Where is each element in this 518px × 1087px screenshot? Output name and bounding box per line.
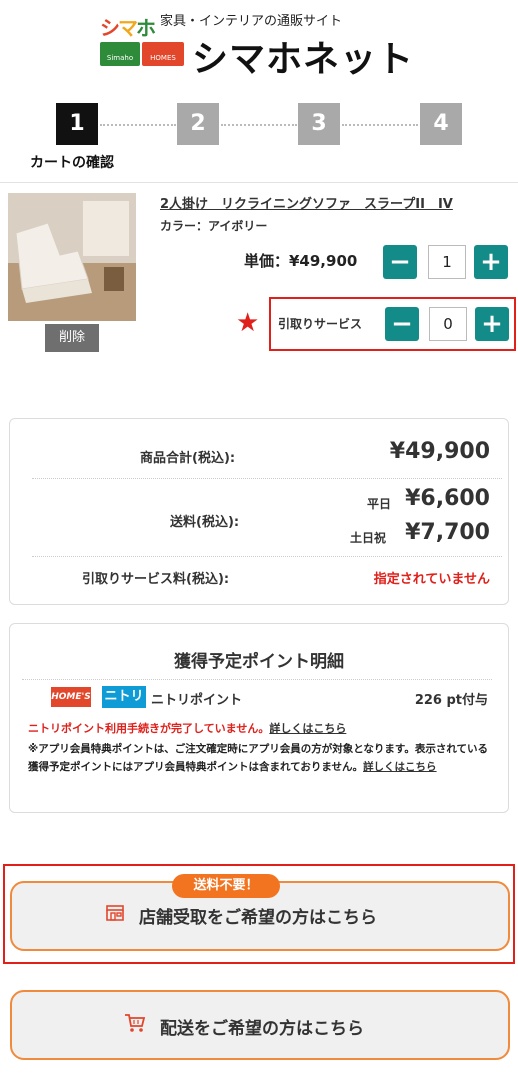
homes-badge: HOMES: [142, 42, 184, 66]
quantity-plus-button[interactable]: +: [474, 245, 508, 279]
store-pickup-label: 店舗受取をご希望の方はこちら: [139, 908, 377, 928]
removal-minus-button[interactable]: −: [385, 307, 419, 341]
product-image[interactable]: [8, 193, 136, 321]
points-note: ※アプリ会員特典ポイントは、ご注文確定時にアプリ会員の方が対象となります。表示さ…: [28, 740, 490, 776]
logo-char-3: ホ: [136, 16, 156, 40]
row-divider: [32, 478, 502, 479]
store-icon: [105, 903, 125, 923]
row-divider: [32, 556, 502, 557]
quantity-minus-button[interactable]: −: [383, 245, 417, 279]
quantity-field[interactable]: 1: [428, 245, 466, 279]
simaho-badge: Simaho: [100, 42, 140, 66]
homes-logo: HOME'S: [51, 687, 91, 707]
step-2: 2: [177, 103, 219, 145]
cart-icon: [124, 1012, 146, 1034]
logo-char-1: シ: [100, 16, 120, 40]
removal-plus-button[interactable]: +: [475, 307, 509, 341]
delete-button[interactable]: 削除: [45, 324, 99, 352]
removal-service-label: 引取りサービス: [278, 317, 363, 331]
unit-price: 単価：¥49,900: [244, 252, 358, 270]
points-warning-text: ニトリポイント利用手続きが完了していません。: [28, 722, 270, 735]
star-icon: ★: [236, 308, 260, 338]
step-label-cart: カートの確認: [30, 155, 114, 171]
points-details-link[interactable]: 詳しくはこちら: [269, 722, 346, 735]
divider: [0, 182, 518, 183]
points-title: 獲得予定ポイント明細: [174, 652, 344, 672]
weekday-label: 平日: [367, 497, 392, 511]
step-1: 1: [56, 103, 98, 145]
site-logo[interactable]: シマホネット: [192, 30, 414, 82]
nitori-point-label: ニトリポイント: [151, 693, 243, 708]
free-shipping-tag: 送料不要！: [172, 874, 280, 898]
subtotal-label: 商品合計(税込):: [140, 451, 236, 466]
logo-char-2: マ: [118, 16, 138, 40]
points-warning: ニトリポイント利用手続きが完了していません。詳しくはこちら: [28, 720, 346, 736]
product-name-link[interactable]: 2人掛け リクライニングソファ スラープII IV: [160, 193, 453, 212]
product-color: カラー：アイボリー: [160, 219, 268, 233]
logo-mark[interactable]: シ マ ホ: [100, 10, 156, 40]
points-divider: [22, 679, 492, 680]
weekend-label: 土日祝: [350, 531, 387, 545]
order-summary: 商品合計(税込): ¥49,900 送料(税込): 平日 ¥6,600 土日祝 …: [9, 418, 509, 605]
weekday-value: ¥6,600: [405, 486, 490, 511]
shipping-label: 送料(税込):: [170, 515, 240, 530]
app-details-link[interactable]: 詳しくはこちら: [363, 761, 437, 773]
subtotal-value: ¥49,900: [389, 439, 490, 464]
site-tagline: 家具・インテリアの通販サイト: [160, 14, 343, 29]
points-value: 226 pt付与: [414, 693, 488, 708]
delivery-label: 配送をご希望の方はこちら: [160, 1019, 364, 1039]
removal-fee-label: 引取りサービス料(税込):: [82, 572, 230, 587]
removal-fee-value: 指定されていません: [373, 572, 490, 587]
nitori-logo: ニトリ: [102, 686, 146, 708]
removal-quantity-field[interactable]: 0: [429, 307, 467, 341]
step-connector: [342, 124, 418, 126]
checkout-steps: 1 2 3 4 カートの確認: [0, 100, 518, 180]
step-3: 3: [298, 103, 340, 145]
step-connector: [100, 124, 176, 126]
step-4: 4: [420, 103, 462, 145]
weekend-value: ¥7,700: [405, 520, 490, 545]
step-connector: [221, 124, 297, 126]
logo-badges: Simaho HOMES: [100, 42, 188, 68]
site-header: シ マ ホ 家具・インテリアの通販サイト Simaho HOMES シマホネット: [0, 0, 518, 92]
